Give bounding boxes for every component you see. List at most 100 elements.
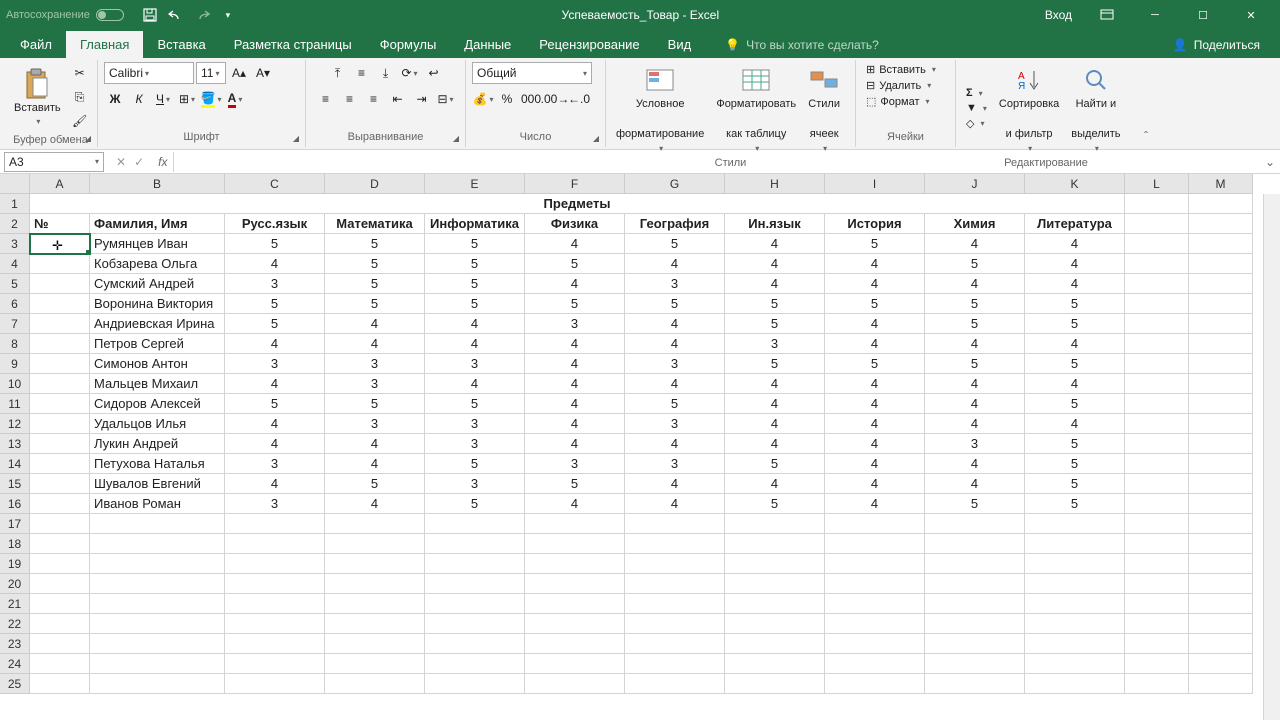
cell[interactable] (725, 634, 825, 654)
cell-styles-button[interactable]: Стилиячеек▾ (804, 62, 844, 155)
header-A[interactable]: № (30, 214, 90, 234)
cell-grade[interactable]: 5 (725, 294, 825, 314)
cell[interactable] (90, 534, 225, 554)
copy-icon[interactable]: ⎘ (69, 86, 91, 108)
fill-color-icon[interactable]: 🪣▾ (200, 88, 222, 110)
cell-grade[interactable]: 4 (1025, 334, 1125, 354)
cell[interactable] (90, 514, 225, 534)
cell[interactable] (1189, 294, 1253, 314)
cell-name[interactable]: Иванов Роман (90, 494, 225, 514)
cell-grade[interactable]: 4 (625, 334, 725, 354)
cell-grade[interactable]: 4 (225, 254, 325, 274)
cell-grade[interactable]: 3 (325, 354, 425, 374)
cell-grade[interactable]: 3 (225, 454, 325, 474)
cell-grade[interactable]: 5 (425, 454, 525, 474)
row-header[interactable]: 15 (0, 474, 30, 494)
find-select-button[interactable]: Найти ивыделить▾ (1067, 62, 1124, 155)
cell-grade[interactable]: 5 (325, 394, 425, 414)
cell-grade[interactable]: 4 (1025, 414, 1125, 434)
cell-num[interactable] (30, 394, 90, 414)
cell-name[interactable]: Удальцов Илья (90, 414, 225, 434)
row-header[interactable]: 7 (0, 314, 30, 334)
col-header-K[interactable]: K (1025, 174, 1125, 194)
cell[interactable] (625, 654, 725, 674)
cell[interactable] (90, 634, 225, 654)
cell-grade[interactable]: 4 (625, 494, 725, 514)
cell[interactable] (825, 574, 925, 594)
cell-grade[interactable]: 4 (525, 434, 625, 454)
save-icon[interactable] (142, 7, 158, 23)
cell[interactable] (1125, 574, 1189, 594)
cell[interactable] (225, 654, 325, 674)
cell[interactable] (1189, 434, 1253, 454)
cell[interactable] (825, 554, 925, 574)
cell[interactable] (1025, 654, 1125, 674)
wrap-text-icon[interactable]: ↩ (423, 62, 445, 84)
cell[interactable] (1125, 674, 1189, 694)
name-box[interactable]: A3▾ (4, 152, 104, 172)
cell-num[interactable] (30, 294, 90, 314)
format-cells-button[interactable]: ⬚Формат▾ (862, 94, 949, 109)
cell[interactable] (1189, 614, 1253, 634)
cell[interactable] (525, 554, 625, 574)
cell-grade[interactable]: 5 (325, 474, 425, 494)
cell-grade[interactable]: 4 (325, 494, 425, 514)
cell-grade[interactable]: 4 (225, 474, 325, 494)
cell[interactable] (30, 634, 90, 654)
cell-grade[interactable]: 3 (525, 314, 625, 334)
increase-font-icon[interactable]: A▴ (228, 62, 250, 84)
cell[interactable] (1125, 214, 1189, 234)
cell[interactable] (90, 594, 225, 614)
cell-grade[interactable]: 5 (625, 234, 725, 254)
cell-grade[interactable]: 5 (1025, 474, 1125, 494)
decrease-decimal-icon[interactable]: ←.0 (568, 88, 590, 110)
align-bottom-icon[interactable]: ⤓ (375, 62, 397, 84)
align-center-icon[interactable]: ≡ (339, 88, 361, 110)
cell[interactable] (1025, 514, 1125, 534)
cell[interactable] (1125, 554, 1189, 574)
col-header-M[interactable]: M (1189, 174, 1253, 194)
cancel-formula-icon[interactable]: ✕ (116, 155, 126, 169)
cell-grade[interactable]: 5 (1025, 494, 1125, 514)
cell[interactable] (725, 614, 825, 634)
cell-grade[interactable]: 4 (825, 394, 925, 414)
row-header[interactable]: 21 (0, 594, 30, 614)
cell-grade[interactable]: 5 (1025, 354, 1125, 374)
cell[interactable] (425, 554, 525, 574)
accept-formula-icon[interactable]: ✓ (134, 155, 144, 169)
cell[interactable] (325, 654, 425, 674)
collapse-ribbon-icon[interactable]: ˆ (1136, 60, 1156, 147)
header-E[interactable]: Информатика (425, 214, 525, 234)
cell[interactable] (1189, 574, 1253, 594)
header-F[interactable]: Физика (525, 214, 625, 234)
header-H[interactable]: Ин.язык (725, 214, 825, 234)
cell-grade[interactable]: 3 (225, 274, 325, 294)
alignment-launcher-icon[interactable]: ◢ (449, 131, 463, 145)
row-header[interactable]: 19 (0, 554, 30, 574)
cell[interactable] (30, 554, 90, 574)
cell[interactable] (1125, 194, 1189, 214)
cell[interactable] (1025, 634, 1125, 654)
cell[interactable] (1125, 274, 1189, 294)
cell-grade[interactable]: 4 (225, 434, 325, 454)
cell[interactable] (225, 514, 325, 534)
cell-name[interactable]: Воронина Виктория (90, 294, 225, 314)
cell-grade[interactable]: 4 (725, 374, 825, 394)
cell-grade[interactable]: 4 (825, 454, 925, 474)
cell[interactable] (725, 654, 825, 674)
cell-grade[interactable]: 5 (225, 314, 325, 334)
cell[interactable] (525, 654, 625, 674)
cell[interactable] (1189, 354, 1253, 374)
tab-view[interactable]: Вид (654, 31, 706, 58)
cell-grade[interactable]: 5 (625, 294, 725, 314)
cell[interactable] (825, 654, 925, 674)
cell-grade[interactable]: 5 (425, 294, 525, 314)
row-header[interactable]: 23 (0, 634, 30, 654)
cell-grade[interactable]: 4 (525, 414, 625, 434)
cell-grade[interactable]: 5 (1025, 454, 1125, 474)
cell-num[interactable] (30, 474, 90, 494)
header-C[interactable]: Русс.язык (225, 214, 325, 234)
cell-grade[interactable]: 5 (325, 234, 425, 254)
col-header-G[interactable]: G (625, 174, 725, 194)
header-B[interactable]: Фамилия, Имя (90, 214, 225, 234)
